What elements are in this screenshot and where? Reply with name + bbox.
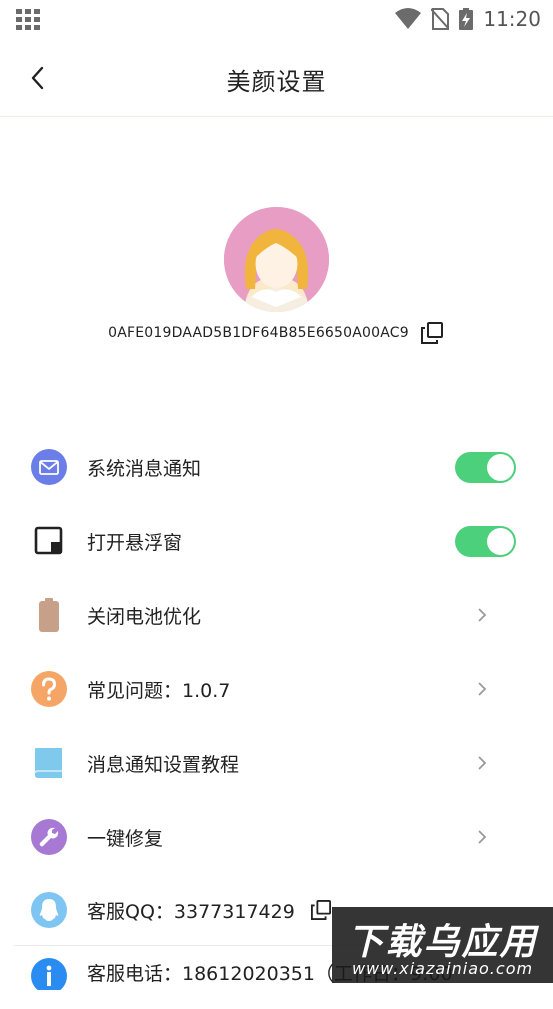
page-title: 美颜设置	[226, 68, 327, 96]
copy-qq-button[interactable]	[308, 897, 334, 923]
copy-icon	[420, 322, 443, 344]
settings-row-faq[interactable]: 常见问题：1.0.7	[0, 652, 553, 726]
device-id-row: 0AFE019DAAD5B1DF64B85E6650A00AC9	[0, 320, 553, 346]
avatar[interactable]	[224, 207, 329, 312]
settings-row-label: 常见问题：1.0.7	[87, 679, 231, 702]
watermark-url: www.xiazainiao.com	[351, 959, 534, 978]
watermark-overlay: 下载乌应用 www.xiazainiao.com	[332, 907, 553, 983]
settings-row-label: 消息通知设置教程	[87, 753, 240, 776]
no-sim-icon	[431, 8, 450, 30]
watermark-title: 下载乌应用	[347, 922, 538, 963]
info-icon	[31, 954, 67, 990]
battery-charging-icon	[459, 8, 474, 30]
settings-row-label: 打开悬浮窗	[87, 531, 183, 554]
settings-row-notify[interactable]: 系统消息通知	[0, 430, 553, 504]
settings-row-label: 一键修复	[87, 827, 164, 850]
status-indicators: 11:20	[395, 6, 541, 32]
settings-row-label: 关闭电池优化	[87, 605, 202, 628]
device-id-text: 0AFE019DAAD5B1DF64B85E6650A00AC9	[108, 325, 409, 341]
copy-device-id-button[interactable]	[419, 320, 445, 346]
chevron-right-icon	[477, 605, 491, 625]
status-time: 11:20	[483, 7, 541, 31]
chevron-right-icon	[477, 679, 491, 699]
chevron-right-icon	[477, 753, 491, 773]
copy-icon	[311, 900, 331, 920]
book-icon	[31, 745, 67, 781]
settings-row-label: 客服QQ：3377317429	[87, 900, 295, 923]
window-icon	[31, 523, 67, 559]
qq-icon	[31, 892, 67, 928]
chevron-right-icon	[477, 827, 491, 847]
apps-grid-icon	[16, 9, 40, 30]
float-window-toggle[interactable]	[455, 525, 516, 557]
help-icon	[31, 671, 67, 707]
battery-icon	[31, 597, 67, 633]
settings-row-label: 系统消息通知	[87, 457, 202, 480]
wifi-icon	[395, 8, 422, 29]
page-header: 美颜设置	[0, 40, 553, 117]
settings-row-float-window[interactable]: 打开悬浮窗	[0, 504, 553, 578]
status-bar: 11:20	[0, 0, 553, 38]
settings-row-repair[interactable]: 一键修复	[0, 800, 553, 874]
settings-row-tutorial[interactable]: 消息通知设置教程	[0, 726, 553, 800]
avatar-girl-icon	[224, 207, 329, 312]
notify-toggle[interactable]	[455, 451, 516, 483]
settings-row-battery[interactable]: 关闭电池优化	[0, 578, 553, 652]
wrench-icon	[31, 819, 67, 855]
mail-icon	[31, 449, 67, 485]
